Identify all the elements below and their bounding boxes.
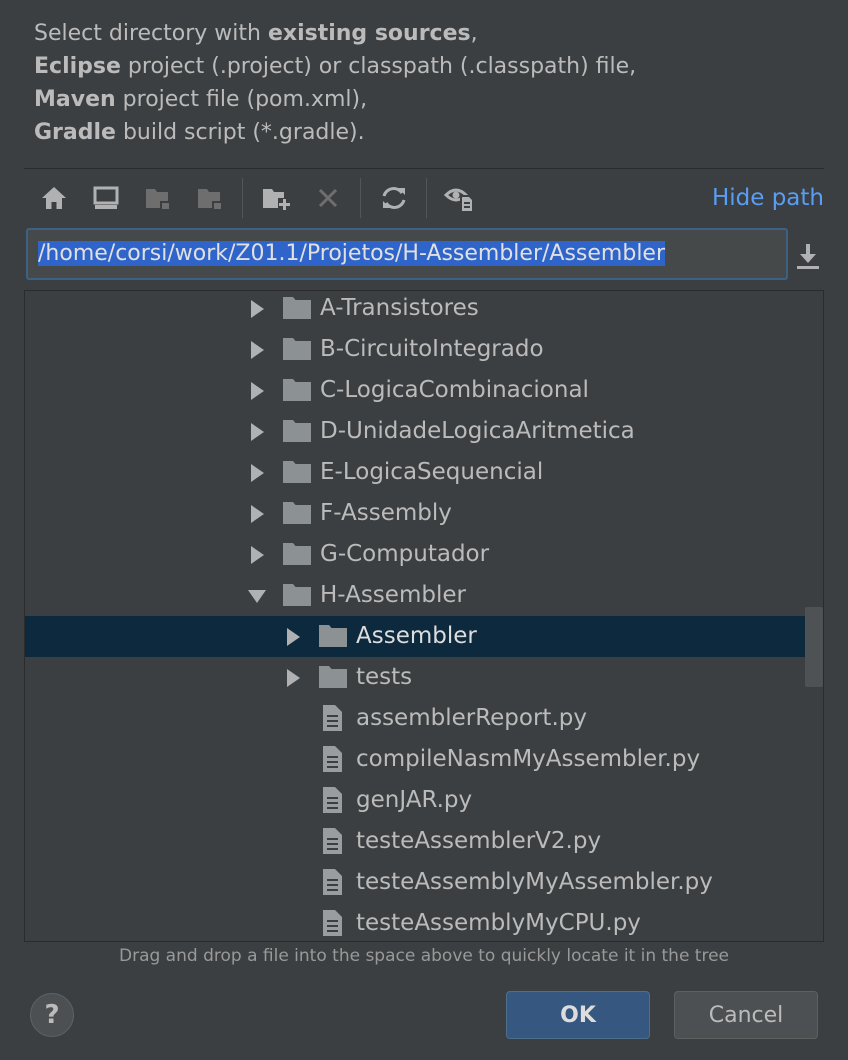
tree-file-row[interactable]: testeAssemblerV2.py bbox=[25, 821, 823, 862]
tree-item-label: H-Assembler bbox=[320, 582, 466, 608]
folder-icon bbox=[283, 420, 311, 442]
description: Select directory with existing sources, … bbox=[34, 17, 824, 149]
tree-item-label: G-Computador bbox=[320, 541, 490, 567]
drag-drop-hint: Drag and drop a file into the space abov… bbox=[118, 946, 730, 966]
delete-button[interactable] bbox=[308, 178, 348, 218]
tree-file-row[interactable]: assemblerReport.py bbox=[25, 698, 823, 739]
tree-item-label: Assembler bbox=[356, 623, 477, 649]
tree-item-label: C-LogicaCombinacional bbox=[320, 377, 589, 403]
tree-file-row[interactable]: genJAR.py bbox=[25, 780, 823, 821]
collapsed-arrow-icon[interactable] bbox=[246, 421, 268, 443]
folder-icon bbox=[319, 625, 347, 647]
tree-item-label: E-LogicaSequencial bbox=[320, 459, 544, 485]
tree-item-label: D-UnidadeLogicaAritmetica bbox=[320, 418, 635, 444]
help-button[interactable]: ? bbox=[30, 993, 74, 1037]
tree-folder-row[interactable]: tests bbox=[25, 657, 823, 698]
folder-icon bbox=[319, 666, 347, 688]
delete-icon bbox=[318, 188, 338, 208]
folder-icon bbox=[283, 543, 311, 565]
tree-item-label: A-Transistores bbox=[320, 295, 479, 321]
tree-folder-row[interactable]: Assembler bbox=[25, 616, 823, 657]
project-folder-button[interactable] bbox=[138, 178, 178, 218]
desktop-button[interactable] bbox=[86, 178, 126, 218]
toolbar: Hide path bbox=[24, 170, 824, 226]
folder-icon bbox=[283, 502, 311, 524]
header-divider bbox=[24, 168, 824, 169]
download-icon bbox=[797, 244, 819, 269]
tree-file-row[interactable]: testeAssemblyMyCPU.py bbox=[25, 903, 823, 941]
collapsed-arrow-icon[interactable] bbox=[246, 339, 268, 361]
file-icon bbox=[323, 869, 342, 895]
collapsed-arrow-icon[interactable] bbox=[246, 298, 268, 320]
toolbar-separator bbox=[242, 178, 243, 218]
path-history-button[interactable] bbox=[792, 238, 824, 274]
path-input-value: /home/corsi/work/Z01.1/Projetos/H-Assemb… bbox=[38, 241, 666, 266]
tree-scrollbar[interactable] bbox=[805, 607, 823, 687]
tree-file-row[interactable]: testeAssemblyMyAssembler.py bbox=[25, 862, 823, 903]
file-icon bbox=[323, 828, 342, 854]
description-line-2: Eclipse project (.project) or classpath … bbox=[34, 54, 637, 79]
tree-item-label: genJAR.py bbox=[356, 787, 473, 813]
description-line-3: Maven project file (pom.xml), bbox=[34, 87, 368, 112]
tree-folder-row[interactable]: H-Assembler bbox=[25, 575, 823, 616]
tree-folder-row[interactable]: E-LogicaSequencial bbox=[25, 452, 823, 493]
collapsed-arrow-icon[interactable] bbox=[246, 380, 268, 402]
new-folder-button[interactable] bbox=[256, 178, 296, 218]
file-tree[interactable]: A-Transistores B-CircuitoIntegrado C-Logic… bbox=[24, 290, 824, 942]
folder-icon bbox=[283, 584, 311, 606]
collapsed-arrow-icon[interactable] bbox=[246, 462, 268, 484]
refresh-button[interactable] bbox=[374, 178, 414, 218]
ok-button[interactable]: OK bbox=[506, 991, 650, 1039]
folder-icon bbox=[283, 297, 311, 319]
tree-file-row[interactable]: compileNasmMyAssembler.py bbox=[25, 739, 823, 780]
path-input[interactable]: /home/corsi/work/Z01.1/Projetos/H-Assemb… bbox=[26, 228, 788, 280]
toolbar-separator bbox=[360, 178, 361, 218]
home-button[interactable] bbox=[34, 178, 74, 218]
collapsed-arrow-icon[interactable] bbox=[246, 544, 268, 566]
file-icon bbox=[323, 787, 342, 813]
tree-folder-row[interactable]: D-UnidadeLogicaAritmetica bbox=[25, 411, 823, 452]
file-icon bbox=[323, 910, 342, 936]
tree-item-label: B-CircuitoIntegrado bbox=[320, 336, 544, 362]
tree-item-label: F-Assembly bbox=[320, 500, 452, 526]
expanded-arrow-icon[interactable] bbox=[246, 585, 268, 607]
folder-icon bbox=[283, 379, 311, 401]
tree-item-label: testeAssemblyMyCPU.py bbox=[356, 910, 641, 936]
folder-icon bbox=[283, 461, 311, 483]
refresh-icon bbox=[382, 187, 406, 209]
new-folder-icon bbox=[263, 189, 291, 211]
tree-folder-row[interactable]: F-Assembly bbox=[25, 493, 823, 534]
module-folder-icon bbox=[198, 189, 222, 210]
tree-item-label: testeAssemblerV2.py bbox=[356, 828, 602, 854]
tree-folder-row[interactable]: C-LogicaCombinacional bbox=[25, 370, 823, 411]
show-hidden-button[interactable] bbox=[440, 178, 480, 218]
collapsed-arrow-icon[interactable] bbox=[246, 503, 268, 525]
module-folder-button[interactable] bbox=[190, 178, 230, 218]
toolbar-separator bbox=[426, 178, 427, 218]
tree-folder-row[interactable]: G-Computador bbox=[25, 534, 823, 575]
tree-item-label: testeAssemblyMyAssembler.py bbox=[356, 869, 713, 895]
show-hidden-icon bbox=[444, 188, 474, 212]
hide-path-link[interactable]: Hide path bbox=[712, 184, 824, 212]
file-icon bbox=[323, 705, 342, 731]
tree-item-label: compileNasmMyAssembler.py bbox=[356, 746, 701, 772]
description-line-1: Select directory with existing sources, bbox=[34, 21, 478, 46]
tree-folder-row[interactable]: B-CircuitoIntegrado bbox=[25, 329, 823, 370]
home-icon bbox=[42, 187, 66, 209]
file-icon bbox=[323, 746, 342, 772]
tree-folder-row[interactable]: A-Transistores bbox=[25, 291, 823, 329]
collapsed-arrow-icon[interactable] bbox=[282, 667, 304, 689]
project-folder-icon bbox=[146, 189, 170, 210]
description-line-4: Gradle build script (*.gradle). bbox=[34, 120, 365, 145]
tree-item-label: assemblerReport.py bbox=[356, 705, 587, 731]
tree-item-label: tests bbox=[356, 664, 413, 690]
cancel-button[interactable]: Cancel bbox=[674, 991, 818, 1039]
desktop-icon bbox=[93, 186, 119, 209]
collapsed-arrow-icon[interactable] bbox=[282, 626, 304, 648]
folder-icon bbox=[283, 338, 311, 360]
